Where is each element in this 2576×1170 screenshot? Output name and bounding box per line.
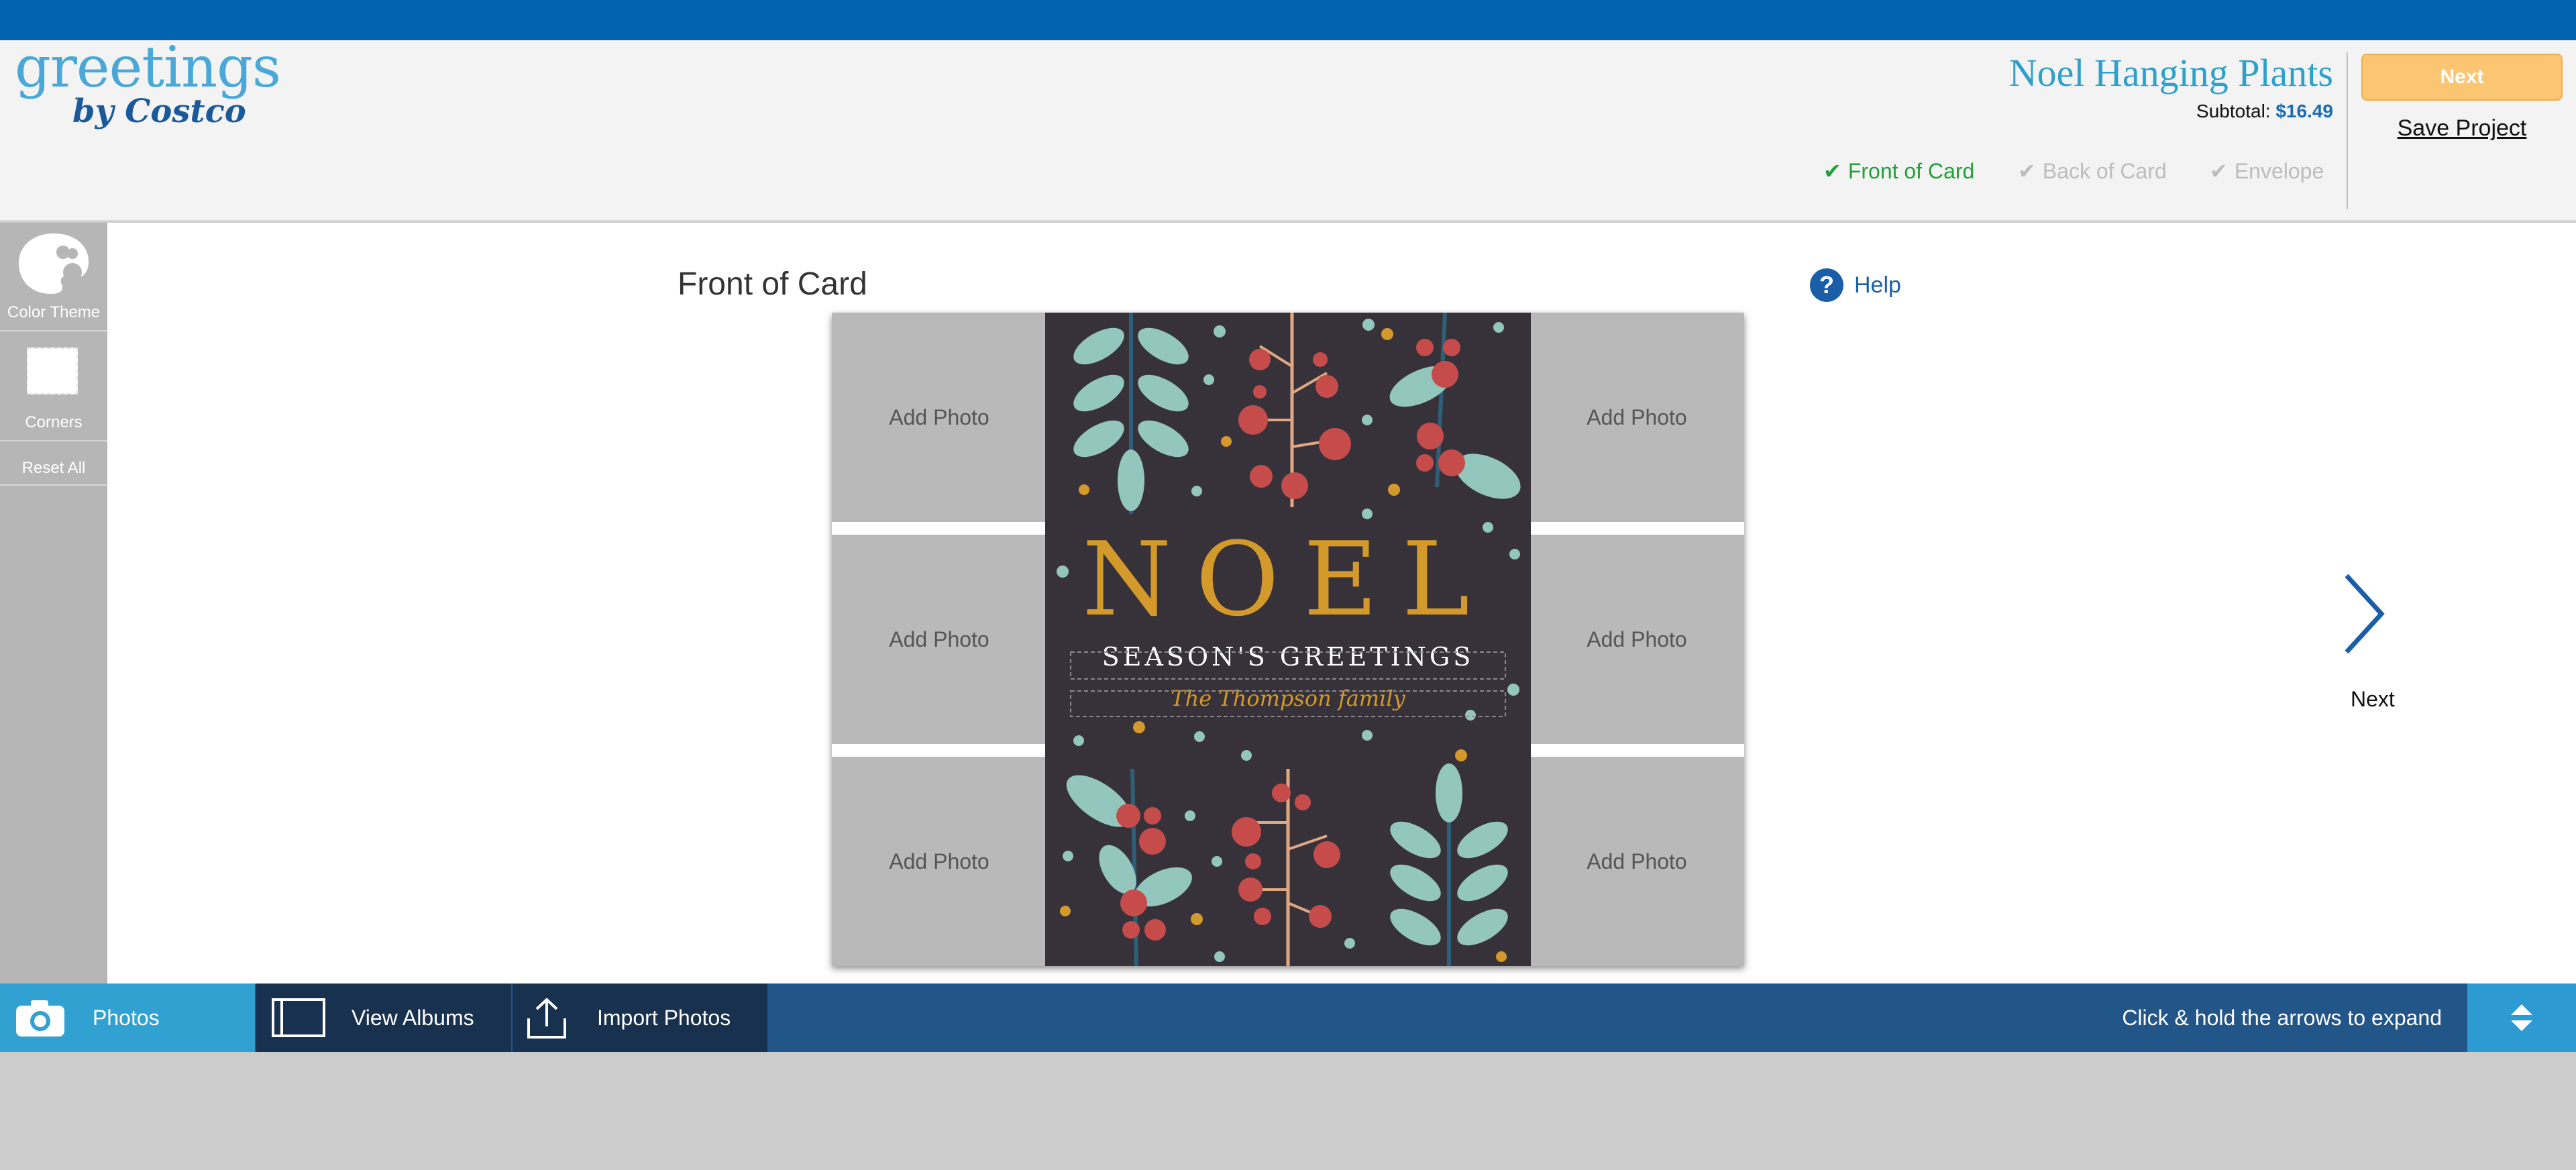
photo-slot-right-middle[interactable]: Add Photo: [1529, 535, 1744, 744]
subtotal-value: $16.49: [2275, 101, 2333, 121]
photo-slot-left-middle[interactable]: Add Photo: [832, 535, 1046, 744]
photo-slot-label: Add Photo: [1587, 849, 1687, 873]
photos-tab-label: Photos: [93, 1005, 160, 1030]
help-icon: ?: [1810, 268, 1843, 302]
sidebar-item-label: Reset All: [21, 459, 86, 477]
corners-icon: [27, 348, 78, 394]
view-albums-tab[interactable]: View Albums: [256, 983, 511, 1052]
photo-slot-label: Add Photo: [889, 405, 989, 429]
expand-arrows-button[interactable]: [2467, 983, 2576, 1052]
sidebar-divider: [0, 484, 107, 486]
sidebar-item-reset-all[interactable]: Reset All: [0, 441, 107, 484]
step-front-of-card[interactable]: ✔ Front of Card: [1823, 158, 1974, 184]
next-label[interactable]: Next: [2351, 687, 2395, 712]
sidebar-item-label: Color Theme: [7, 303, 101, 321]
upload-icon: [527, 998, 566, 1039]
help-link[interactable]: ? Help: [1810, 268, 1901, 302]
sidebar-item-color-theme[interactable]: Color Theme: [0, 223, 107, 330]
step-label: Front of Card: [1847, 159, 1975, 183]
header-divider: [2347, 52, 2348, 209]
card-family-name: The Thompson family: [1171, 686, 1405, 711]
next-arrow-icon[interactable]: [2341, 570, 2388, 657]
photo-slot-left-bottom[interactable]: Add Photo: [832, 757, 1046, 966]
card-preview: Add Photo Add Photo Add Photo Add Photo …: [832, 313, 1744, 966]
step-label: Envelope: [2234, 159, 2324, 183]
logo-greetings[interactable]: greetings: [15, 39, 281, 95]
sidebar-item-label: Corners: [25, 413, 83, 431]
photo-tray-area: [0, 1052, 2576, 1170]
photo-slot-left-top[interactable]: Add Photo: [832, 313, 1046, 522]
palette-icon: [19, 233, 89, 294]
logo-by-costco[interactable]: by Costco: [72, 95, 246, 127]
next-button[interactable]: Next: [2361, 54, 2563, 101]
sidebar-item-corners[interactable]: Corners: [0, 331, 107, 440]
checkmark-icon: ✔: [1823, 159, 1841, 183]
card-greeting: SEASON'S GREETINGS: [1102, 642, 1474, 672]
photo-slot-right-top[interactable]: Add Photo: [1529, 313, 1744, 522]
import-photos-tab[interactable]: Import Photos: [513, 983, 767, 1052]
section-title: Front of Card: [678, 266, 867, 302]
subtotal-label: Subtotal:: [2196, 101, 2271, 121]
subtotal: Subtotal: $16.49: [2196, 101, 2333, 122]
photo-slot-right-bottom[interactable]: Add Photo: [1529, 757, 1744, 966]
photo-slot-label: Add Photo: [1587, 627, 1687, 651]
card-artwork[interactable]: NOEL SEASON'S GREETINGS The Thompson fam…: [1045, 313, 1531, 966]
import-photos-label: Import Photos: [597, 1005, 731, 1030]
expand-arrows-icon: [2511, 1004, 2532, 1031]
photos-tab[interactable]: Photos: [0, 983, 255, 1052]
checkmark-icon: ✔: [2018, 159, 2036, 183]
camera-icon: [16, 1000, 64, 1036]
photo-slot-label: Add Photo: [889, 627, 989, 651]
step-back-of-card[interactable]: ✔ Back of Card: [2018, 158, 2167, 184]
view-albums-label: View Albums: [352, 1005, 474, 1030]
step-envelope[interactable]: ✔ Envelope: [2210, 158, 2324, 184]
photo-slot-label: Add Photo: [1587, 405, 1687, 429]
expand-hint: Click & hold the arrows to expand: [2122, 1005, 2442, 1030]
album-icon: [272, 998, 325, 1037]
top-bar: [0, 0, 2576, 40]
help-label: Help: [1854, 272, 1901, 298]
bottom-toolbar: Photos View Albums Import Photos Click &…: [0, 983, 2576, 1052]
photo-slot-label: Add Photo: [889, 849, 989, 873]
save-project-link[interactable]: Save Project: [2361, 115, 2563, 142]
step-label: Back of Card: [2042, 159, 2167, 183]
card-headline: NOEL: [1082, 520, 1494, 639]
product-title: Noel Hanging Plants: [2008, 51, 2333, 95]
checkmark-icon: ✔: [2210, 159, 2228, 183]
